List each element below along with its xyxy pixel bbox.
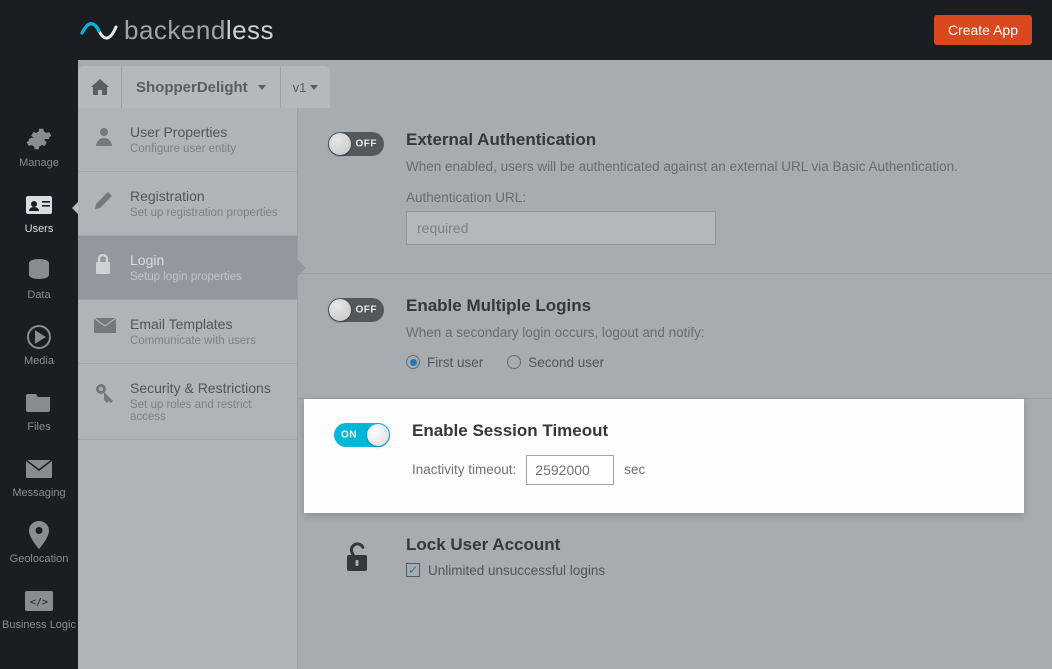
svg-text:</>: </> xyxy=(30,597,48,608)
unit-label: sec xyxy=(624,462,645,477)
rail-label: Files xyxy=(27,421,50,433)
multiple-logins-toggle[interactable]: OFF xyxy=(328,298,384,322)
section-multiple-logins: OFF Enable Multiple Logins When a second… xyxy=(298,274,1052,399)
sidebar-item-security[interactable]: Security & Restrictions Set up roles and … xyxy=(78,364,297,440)
code-icon: </> xyxy=(25,587,53,615)
section-title: Enable Session Timeout xyxy=(412,421,994,441)
key-icon xyxy=(94,382,116,404)
database-icon xyxy=(25,257,53,285)
gear-icon xyxy=(25,125,53,153)
sidebar-title: Registration xyxy=(130,188,278,204)
radio-first-user[interactable]: First user xyxy=(406,355,483,370)
rail-item-manage[interactable]: Manage xyxy=(0,125,78,169)
sidebar-item-login[interactable]: Login Setup login properties xyxy=(78,236,297,300)
section-session-timeout: ON Enable Session Timeout Inactivity tim… xyxy=(304,399,1024,513)
app-name: ShopperDelight xyxy=(136,79,248,96)
folder-icon xyxy=(25,389,53,417)
pencil-icon xyxy=(94,190,116,212)
unlock-icon xyxy=(339,539,373,573)
rail-label: Business Logic xyxy=(2,619,76,631)
radio-label: First user xyxy=(427,355,483,370)
sidebar-item-email-templates[interactable]: Email Templates Communicate with users xyxy=(78,300,297,364)
rail-item-data[interactable]: Data xyxy=(0,257,78,301)
unlimited-logins-checkbox[interactable]: ✓ Unlimited unsuccessful logins xyxy=(406,563,1022,578)
rail-item-business-logic[interactable]: </> Business Logic xyxy=(0,587,78,631)
rail-item-media[interactable]: Media xyxy=(0,323,78,367)
section-title: Enable Multiple Logins xyxy=(406,296,1022,316)
version-selector[interactable]: v1 xyxy=(281,66,331,108)
inactivity-timeout-input[interactable] xyxy=(526,455,614,485)
toggle-knob xyxy=(367,424,389,446)
section-desc: When enabled, users will be authenticate… xyxy=(406,158,1022,177)
chevron-down-icon xyxy=(310,85,318,90)
section-lock-account: Lock User Account ✓ Unlimited unsuccessf… xyxy=(298,513,1052,606)
inactivity-timeout-label: Inactivity timeout: xyxy=(412,462,516,477)
envelope-icon xyxy=(25,455,53,483)
sidebar-sub: Setup login properties xyxy=(130,271,242,283)
radio-second-user[interactable]: Second user xyxy=(507,355,604,370)
id-card-icon xyxy=(25,191,53,219)
logo-swoosh-icon xyxy=(80,19,118,41)
radio-label: Second user xyxy=(528,355,604,370)
sidebar-title: Login xyxy=(130,252,242,268)
chevron-down-icon xyxy=(258,85,266,90)
rail-label: Users xyxy=(25,223,54,235)
session-timeout-toggle[interactable]: ON xyxy=(334,423,390,447)
home-button[interactable] xyxy=(78,66,122,108)
sidebar: User Properties Configure user entity Reg… xyxy=(78,108,298,669)
toggle-label: ON xyxy=(341,429,357,440)
rail-label: Geolocation xyxy=(10,553,69,565)
rail-item-messaging[interactable]: Messaging xyxy=(0,455,78,499)
sidebar-title: User Properties xyxy=(130,124,236,140)
sidebar-item-registration[interactable]: Registration Set up registration properti… xyxy=(78,172,297,236)
auth-url-input[interactable] xyxy=(406,211,716,245)
section-title: External Authentication xyxy=(406,130,1022,150)
checkbox-icon: ✓ xyxy=(406,563,420,577)
rail-item-files[interactable]: Files xyxy=(0,389,78,433)
logo-text: backendless xyxy=(124,15,274,46)
section-desc: When a secondary login occurs, logout an… xyxy=(406,324,1022,343)
auth-url-label: Authentication URL: xyxy=(406,190,526,205)
checkbox-label: Unlimited unsuccessful logins xyxy=(428,563,605,578)
external-auth-toggle[interactable]: OFF xyxy=(328,132,384,156)
section-title: Lock User Account xyxy=(406,535,1022,555)
toggle-knob xyxy=(329,133,351,155)
lock-icon xyxy=(94,254,116,276)
sidebar-sub: Set up roles and restrict access xyxy=(130,399,281,423)
radio-icon xyxy=(507,355,521,369)
workspace: ShopperDelight v1 User Properties Configu… xyxy=(78,60,1052,669)
rail-item-geolocation[interactable]: Geolocation xyxy=(0,521,78,565)
sidebar-title: Security & Restrictions xyxy=(130,380,281,396)
sidebar-item-user-properties[interactable]: User Properties Configure user entity xyxy=(78,108,297,172)
media-icon xyxy=(25,323,53,351)
sidebar-sub: Set up registration properties xyxy=(130,207,278,219)
rail-label: Manage xyxy=(19,157,59,169)
toggle-label: OFF xyxy=(356,139,378,150)
content-area: OFF External Authentication When enabled… xyxy=(298,60,1052,669)
radio-icon xyxy=(406,355,420,369)
create-app-button[interactable]: Create App xyxy=(934,15,1032,45)
subnav: ShopperDelight v1 xyxy=(78,66,330,108)
pin-icon xyxy=(25,521,53,549)
rail-label: Data xyxy=(27,289,50,301)
rail-item-users[interactable]: Users xyxy=(0,191,78,235)
sidebar-title: Email Templates xyxy=(130,316,256,332)
rail-label: Messaging xyxy=(12,487,65,499)
logo[interactable]: backendless xyxy=(80,15,274,46)
left-rail: Manage Users Data Media Files Messaging … xyxy=(0,60,78,669)
toggle-label: OFF xyxy=(356,304,378,315)
app-selector[interactable]: ShopperDelight xyxy=(122,66,281,108)
envelope-icon xyxy=(94,318,116,340)
toggle-knob xyxy=(329,299,351,321)
home-icon xyxy=(91,79,109,95)
sidebar-sub: Communicate with users xyxy=(130,335,256,347)
rail-label: Media xyxy=(24,355,54,367)
user-icon xyxy=(94,126,116,148)
version-label: v1 xyxy=(293,80,307,95)
sidebar-sub: Configure user entity xyxy=(130,143,236,155)
section-external-auth: OFF External Authentication When enabled… xyxy=(298,108,1052,274)
topbar: backendless Create App xyxy=(0,0,1052,60)
